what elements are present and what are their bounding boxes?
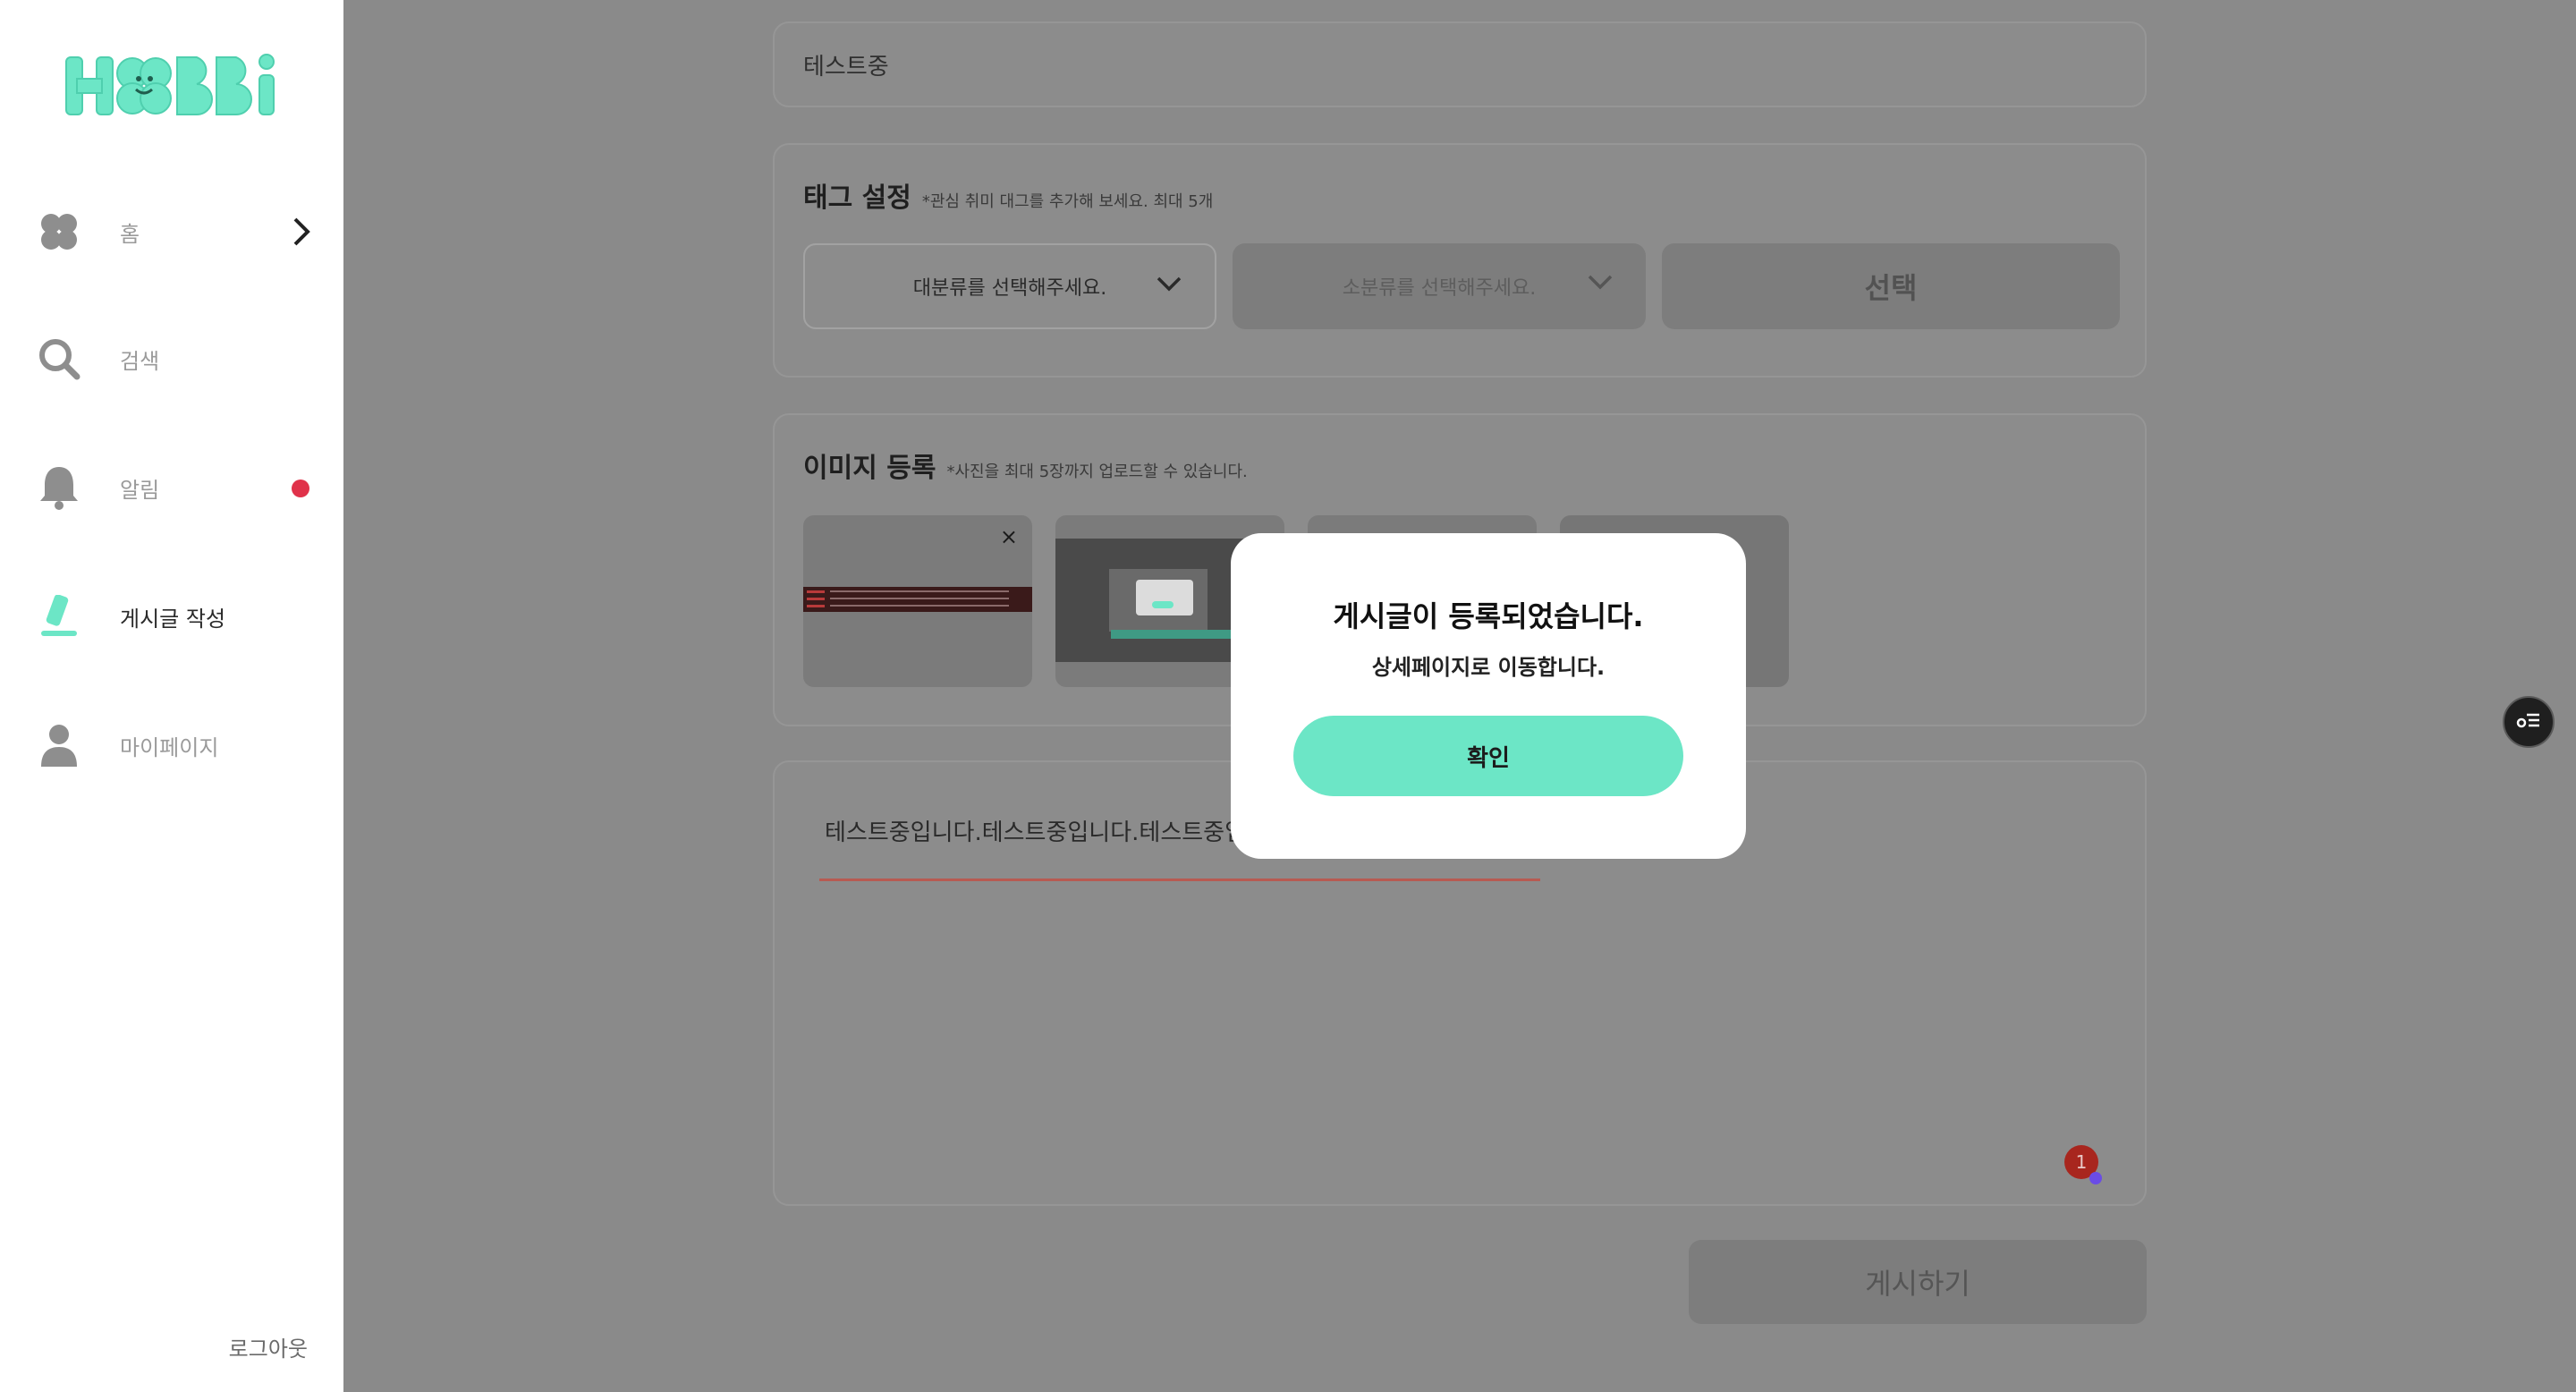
screenshot-thumbnail-image xyxy=(803,587,1032,612)
post-title-input[interactable]: 테스트중 xyxy=(773,21,2147,107)
clover-icon xyxy=(36,208,82,255)
sidebar-item-label: 마이페이지 xyxy=(120,734,219,760)
close-icon[interactable]: × xyxy=(1000,526,1018,547)
pen-icon xyxy=(36,593,82,640)
sidebar-item-label: 알림 xyxy=(120,477,160,503)
sidebar-item-search[interactable]: 검색 xyxy=(36,327,313,390)
sidebar-item-label: 게시글 작성 xyxy=(120,606,226,632)
image-upload-title: 이미지 등록 xyxy=(803,453,936,484)
sidebar-item-home[interactable]: 홈 xyxy=(36,200,313,263)
chevron-down-icon xyxy=(1156,276,1182,299)
modal-title: 게시글이 등록되었습니다. xyxy=(1333,599,1644,633)
chevron-down-icon xyxy=(1587,274,1614,297)
minor-category-select[interactable]: 소분류를 선택해주세요. xyxy=(1233,243,1646,329)
sidebar-item-notifications[interactable]: 알림 xyxy=(36,456,313,519)
toggle-list-icon xyxy=(2516,711,2541,733)
submit-post-button[interactable]: 게시하기 xyxy=(1689,1240,2147,1324)
tag-settings-card: 태그 설정 *관심 취미 대그를 추가해 보세요. 최대 5개 대분류를 선택해주… xyxy=(773,143,2147,378)
confirm-button[interactable]: 확인 xyxy=(1293,716,1683,796)
major-category-placeholder: 대분류를 선택해주세요. xyxy=(912,277,1107,300)
extension-status-dot xyxy=(2089,1172,2102,1184)
modal-subtitle: 상세페이지로 이동합니다. xyxy=(1371,655,1606,680)
tag-settings-hint: *관심 취미 대그를 추가해 보세요. 최대 5개 xyxy=(921,192,1214,211)
success-modal: 게시글이 등록되었습니다. 상세페이지로 이동합니다. 확인 xyxy=(1231,533,1746,859)
tag-settings-heading: 태그 설정 *관심 취미 대그를 추가해 보세요. 최대 5개 xyxy=(803,175,1213,215)
post-content-textarea[interactable]: 테스트중입니다.테스트중입니다.테스트중입니다. xyxy=(825,814,1296,847)
tag-select-button[interactable]: 선택 xyxy=(1662,243,2120,329)
chevron-right-icon xyxy=(292,216,313,250)
notification-dot xyxy=(292,480,309,497)
sidebar: 홈 검색 알림 게시글 작성 마이페이지 로그아웃 xyxy=(0,0,343,1392)
sidebar-item-label: 검색 xyxy=(120,348,160,374)
image-thumbnail[interactable]: × xyxy=(803,515,1032,687)
bell-icon xyxy=(36,464,82,511)
hobbi-logo[interactable] xyxy=(64,52,279,120)
user-icon xyxy=(36,722,82,768)
tag-settings-title: 태그 설정 xyxy=(803,182,911,214)
search-icon xyxy=(36,335,82,382)
major-category-select[interactable]: 대분류를 선택해주세요. xyxy=(803,243,1216,329)
image-upload-heading: 이미지 등록 *사진을 최대 5장까지 업로드할 수 있습니다. xyxy=(803,446,1248,485)
minor-category-placeholder: 소분류를 선택해주세요. xyxy=(1342,277,1537,300)
floating-tool-button[interactable] xyxy=(2503,696,2555,748)
image-upload-hint: *사진을 최대 5장까지 업로드할 수 있습니다. xyxy=(946,463,1248,481)
sidebar-item-label: 홈 xyxy=(120,221,140,247)
logout-button[interactable]: 로그아웃 xyxy=(229,1331,308,1362)
sidebar-item-mypage[interactable]: 마이페이지 xyxy=(36,714,313,777)
sidebar-item-write-post[interactable]: 게시글 작성 xyxy=(36,585,313,648)
spellcheck-underline xyxy=(819,878,1540,881)
